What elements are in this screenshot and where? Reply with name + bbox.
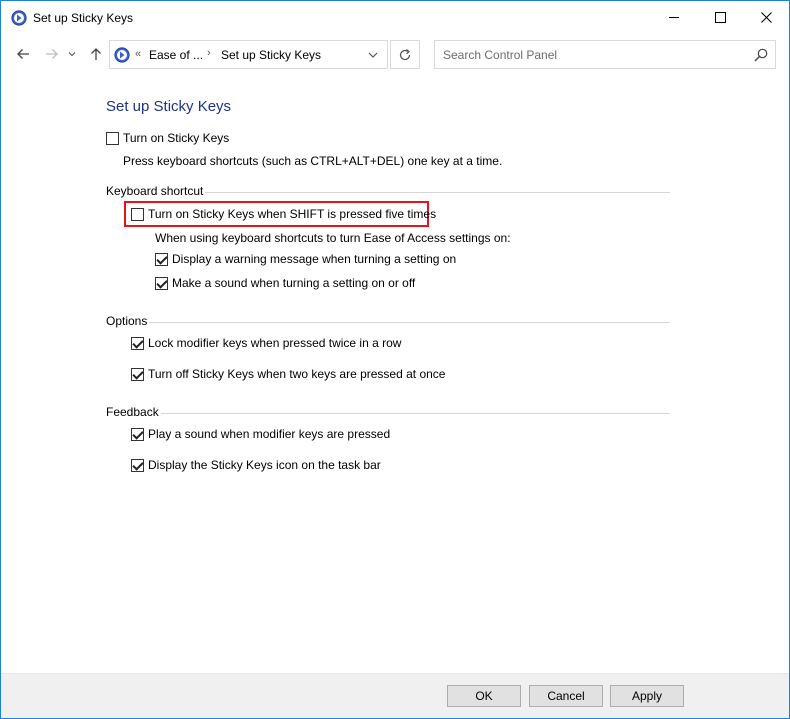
ok-button[interactable]: OK (447, 685, 521, 707)
chevron-down-icon (68, 52, 76, 57)
cancel-button[interactable]: Cancel (529, 685, 603, 707)
checkbox-label[interactable]: Turn on Sticky Keys (123, 131, 229, 145)
arrow-up-icon (91, 48, 101, 60)
turn-off-two-keys-option[interactable]: Turn off Sticky Keys when two keys are p… (131, 366, 445, 382)
chevron-down-icon[interactable] (366, 48, 380, 62)
turn-on-sticky-keys-checkbox[interactable] (106, 131, 119, 145)
display-warning-checkbox[interactable] (155, 252, 168, 266)
breadcrumb-separator[interactable]: › (207, 47, 211, 59)
maximize-button[interactable] (697, 1, 743, 34)
display-warning-option[interactable]: Display a warning message when turning a… (155, 251, 456, 267)
make-sound-checkbox[interactable] (155, 276, 168, 290)
control-panel-icon (11, 10, 27, 26)
address-bar[interactable]: « Ease of ... › Set up Sticky Keys (109, 40, 388, 69)
window-title: Set up Sticky Keys (33, 11, 134, 25)
window: Set up Sticky Keys « Ease of ... › Set u… (0, 0, 790, 719)
close-icon (760, 12, 772, 23)
title-bar: Set up Sticky Keys (1, 1, 789, 35)
section-divider (160, 412, 670, 414)
close-button[interactable] (743, 1, 789, 34)
lock-modifier-keys-checkbox[interactable] (131, 336, 144, 350)
breadcrumb-overflow[interactable]: « (135, 48, 141, 60)
keyboard-shortcut-section-header: Keyboard shortcut (106, 184, 670, 198)
section-title: Options (106, 314, 148, 328)
lock-modifier-keys-option[interactable]: Lock modifier keys when pressed twice in… (131, 335, 401, 351)
search-icon[interactable] (753, 47, 769, 63)
play-sound-option[interactable]: Play a sound when modifier keys are pres… (131, 426, 390, 442)
minimize-icon (668, 17, 679, 18)
control-panel-icon (114, 47, 130, 63)
arrow-right-icon (46, 49, 58, 59)
minimize-button[interactable] (651, 1, 697, 34)
up-button[interactable] (85, 43, 107, 65)
display-taskbar-icon-checkbox[interactable] (131, 458, 144, 472)
breadcrumb-item[interactable]: Ease of ... (149, 48, 203, 62)
apply-button[interactable]: Apply (610, 685, 684, 707)
search-box (434, 40, 776, 69)
display-taskbar-icon-option[interactable]: Display the Sticky Keys icon on the task… (131, 457, 381, 473)
back-button[interactable] (12, 43, 34, 65)
shortcut-subtext: When using keyboard shortcuts to turn Ea… (155, 231, 511, 245)
page-title: Set up Sticky Keys (106, 98, 232, 115)
options-section-header: Options (106, 314, 670, 328)
arrow-left-icon (17, 49, 29, 59)
refresh-button[interactable] (390, 40, 420, 69)
dialog-footer: OK Cancel Apply (1, 673, 789, 718)
section-divider (205, 191, 670, 193)
navigation-bar: « Ease of ... › Set up Sticky Keys (1, 35, 789, 73)
checkbox-label[interactable]: Make a sound when turning a setting on o… (172, 276, 415, 290)
breadcrumb-item[interactable]: Set up Sticky Keys (221, 48, 321, 62)
turn-on-sticky-keys-option[interactable]: Turn on Sticky Keys (106, 130, 229, 146)
play-sound-checkbox[interactable] (131, 427, 144, 441)
forward-button[interactable] (41, 43, 63, 65)
shift-five-times-checkbox[interactable] (131, 207, 144, 221)
make-sound-option[interactable]: Make a sound when turning a setting on o… (155, 275, 415, 291)
feedback-section-header: Feedback (106, 405, 670, 419)
section-title: Keyboard shortcut (106, 184, 204, 198)
recent-locations-button[interactable] (65, 43, 79, 65)
checkbox-label[interactable]: Display the Sticky Keys icon on the task… (148, 458, 381, 472)
content-area: Set up Sticky Keys Turn on Sticky Keys P… (1, 73, 789, 673)
turn-off-two-keys-checkbox[interactable] (131, 367, 144, 381)
main-option-description: Press keyboard shortcuts (such as CTRL+A… (123, 154, 503, 168)
section-divider (149, 321, 670, 323)
checkbox-label[interactable]: Turn off Sticky Keys when two keys are p… (148, 367, 445, 381)
checkbox-label[interactable]: Lock modifier keys when pressed twice in… (148, 336, 401, 350)
search-input[interactable] (435, 41, 735, 68)
checkbox-label[interactable]: Display a warning message when turning a… (172, 252, 456, 266)
checkbox-label[interactable]: Play a sound when modifier keys are pres… (148, 427, 390, 441)
maximize-icon (714, 12, 726, 23)
refresh-icon (399, 48, 411, 60)
checkbox-label[interactable]: Turn on Sticky Keys when SHIFT is presse… (148, 207, 436, 221)
section-title: Feedback (106, 405, 159, 419)
shift-five-times-option[interactable]: Turn on Sticky Keys when SHIFT is presse… (131, 206, 436, 222)
